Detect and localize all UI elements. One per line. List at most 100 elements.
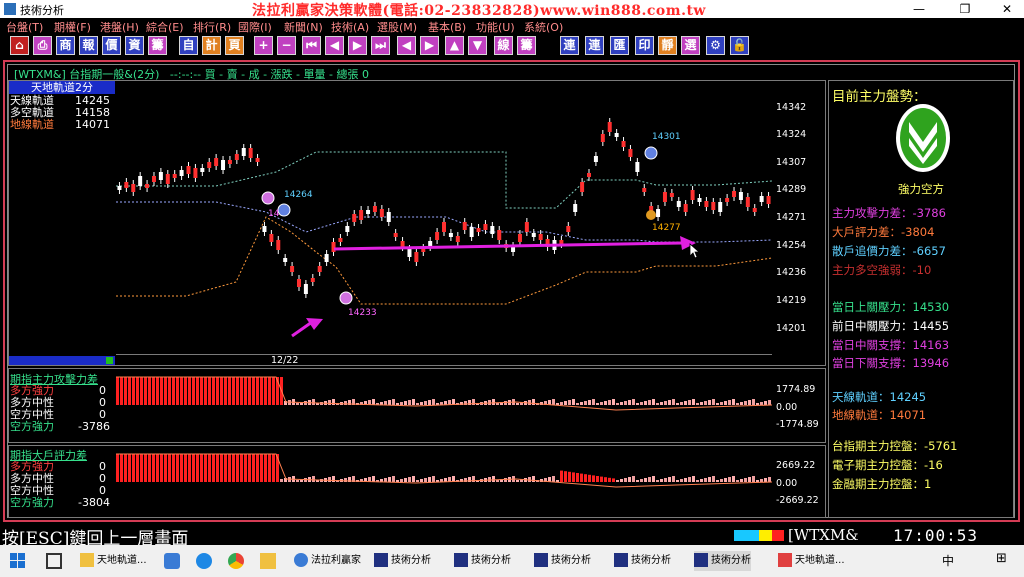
histogram-bar xyxy=(656,480,659,482)
candle-body xyxy=(117,186,122,190)
toolbar-button-10[interactable]: 頁 xyxy=(225,36,244,55)
histogram-bar xyxy=(752,399,755,405)
toolbar-button-24[interactable]: 連 xyxy=(585,36,604,55)
stat-ground-line: 地線軌道：14071 xyxy=(832,408,927,422)
toolbar-button-5[interactable]: 價 xyxy=(102,36,121,55)
up-button[interactable]: ▲ xyxy=(445,36,464,55)
start-icon[interactable] xyxy=(10,553,26,569)
prev-button[interactable]: ◀ xyxy=(325,36,344,55)
candle-body xyxy=(207,162,212,168)
candle-body xyxy=(283,258,288,262)
close-button[interactable]: ✕ xyxy=(992,0,1022,18)
histogram-bar xyxy=(712,399,715,405)
histogram-bar xyxy=(212,377,215,405)
taskbar-item[interactable]: 天地軌道... xyxy=(778,551,845,571)
ime-indicator[interactable]: 中 xyxy=(942,552,954,569)
toolbar-button-27[interactable]: 靜 xyxy=(658,36,677,55)
candlestick-chart[interactable]: 14264 14233 14301 14277 14 xyxy=(116,82,772,352)
chrome-icon[interactable] xyxy=(228,553,244,569)
scrollbar-thumb[interactable] xyxy=(106,357,113,364)
explorer-icon[interactable] xyxy=(260,553,276,569)
down-button[interactable]: ▼ xyxy=(468,36,487,55)
candle-body xyxy=(359,210,364,220)
histogram-bar xyxy=(532,476,535,482)
taskbar-item[interactable]: 技術分析 xyxy=(534,551,591,571)
histogram-bar xyxy=(400,479,403,482)
histogram-bar xyxy=(404,478,407,482)
cursor-icon xyxy=(689,243,701,259)
toolbar-button-9[interactable]: 計 xyxy=(202,36,221,55)
histogram-bar xyxy=(272,377,275,405)
menu-item-tech[interactable]: 技術(A) xyxy=(331,19,369,35)
toolbar-button-28[interactable]: 選 xyxy=(681,36,700,55)
taskbar-item[interactable]: 技術分析 xyxy=(614,551,671,571)
candle-body xyxy=(131,184,136,192)
toolbar-button-25[interactable]: 匯 xyxy=(610,36,629,55)
zoom-out-button[interactable]: − xyxy=(277,36,296,55)
taskbar-item[interactable]: 技術分析 xyxy=(454,551,511,571)
zoom-in-button[interactable]: + xyxy=(254,36,273,55)
minimize-button[interactable]: — xyxy=(904,0,934,18)
price-tick: 14289 xyxy=(776,184,807,195)
restore-button[interactable]: ❐ xyxy=(950,0,980,18)
menu-item-system[interactable]: 系統(O) xyxy=(524,19,563,35)
menu-item-rank[interactable]: 排行(R) xyxy=(193,19,231,35)
histogram-bar xyxy=(164,377,167,405)
toolbar-button-8[interactable]: 自 xyxy=(179,36,198,55)
taskbar-item[interactable]: 法拉利贏家 xyxy=(294,551,361,571)
next-button[interactable]: ▶ xyxy=(348,36,367,55)
settings-button[interactable]: ⚙ xyxy=(706,36,725,55)
toolbar-button-21[interactable]: 線 xyxy=(494,36,513,55)
toolbar-button-4[interactable]: 報 xyxy=(79,36,98,55)
menu-item-options[interactable]: 期權(F) xyxy=(54,19,91,35)
histogram-bar xyxy=(432,399,435,405)
lock-button[interactable]: 🔓 xyxy=(730,36,749,55)
taskbar-item[interactable]: 技術分析 xyxy=(374,551,431,571)
toolbar-button-22[interactable]: 籌 xyxy=(517,36,536,55)
annotation-label: 14264 xyxy=(284,190,313,200)
histogram-bar xyxy=(628,477,631,482)
menu-item-function[interactable]: 功能(U) xyxy=(476,19,515,35)
candle-body xyxy=(725,198,730,202)
histogram-bar xyxy=(608,477,611,482)
chart-scrollbar[interactable] xyxy=(9,356,115,365)
menu-item-hk[interactable]: 港盤(H) xyxy=(100,19,139,35)
toolbar-button-7[interactable]: 籌 xyxy=(148,36,167,55)
toolbar-button-23[interactable]: 連 xyxy=(560,36,579,55)
histogram-bar xyxy=(192,377,195,405)
first-button[interactable]: ⏮ xyxy=(302,36,321,55)
toolbar-button-3[interactable]: 商 xyxy=(56,36,75,55)
browser-icon[interactable] xyxy=(164,553,180,569)
scroll-right-button[interactable]: ▶ xyxy=(420,36,439,55)
histogram-bar xyxy=(572,399,575,405)
menu-item-basic[interactable]: 基本(B) xyxy=(428,19,466,35)
candle-body xyxy=(372,206,377,212)
menu-item-tai[interactable]: 台盤(T) xyxy=(6,19,43,35)
menu-item-intl[interactable]: 國際(I) xyxy=(238,19,272,35)
taskbar-item-active[interactable]: 技術分析 xyxy=(694,551,751,571)
histogram-bar xyxy=(592,475,595,482)
histogram-bar xyxy=(492,399,495,405)
legend-label: 空方強力 xyxy=(10,420,54,433)
print-button[interactable]: ⎙ xyxy=(33,36,52,55)
annotation-label: 14301 xyxy=(652,132,681,142)
scroll-left-button[interactable]: ◀ xyxy=(397,36,416,55)
toolbar-button-26[interactable]: 印 xyxy=(635,36,654,55)
histogram-bar xyxy=(420,479,423,482)
menu-item-screen[interactable]: 選股(M) xyxy=(377,19,417,35)
ie-icon[interactable] xyxy=(196,553,212,569)
histogram-bar xyxy=(604,401,607,405)
histogram-bar xyxy=(332,399,335,405)
last-button[interactable]: ⏭ xyxy=(371,36,390,55)
task-view-icon[interactable] xyxy=(46,553,62,569)
home-button[interactable]: ⌂ xyxy=(10,36,29,55)
taskbar-item[interactable]: 天地軌道... xyxy=(80,551,147,571)
stat-sky-line: 天線軌道：14245 xyxy=(832,390,927,404)
histogram-bar xyxy=(488,400,491,405)
toolbar-button-6[interactable]: 資 xyxy=(125,36,144,55)
notification-icon[interactable]: ⊞ xyxy=(996,551,1007,566)
menu-item-news[interactable]: 新聞(N) xyxy=(284,19,323,35)
menu-item-general[interactable]: 綜合(E) xyxy=(146,19,184,35)
histogram-bar xyxy=(752,476,755,482)
histogram-bar xyxy=(132,454,135,482)
